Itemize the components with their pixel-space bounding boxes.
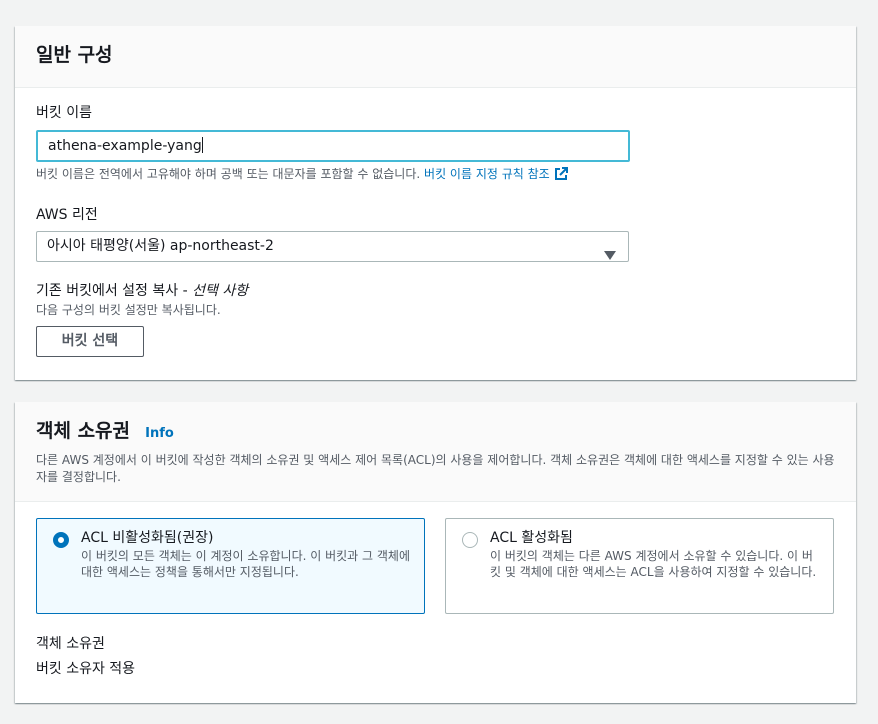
object-ownership-field-label: 객체 소유권 [36, 636, 105, 652]
general-configuration-title: 일반 구성 [36, 44, 113, 66]
caret-down-icon [604, 242, 616, 271]
acl-disabled-title: ACL 비활성화됨(권장) [81, 530, 214, 546]
copy-settings-hint: 다음 구성의 버킷 설정만 복사됩니다. [36, 303, 221, 317]
object-ownership-header: 객체 소유권 Info 다른 AWS 계정에서 이 버킷에 작성한 객체의 소유… [15, 402, 856, 502]
radio-icon[interactable] [462, 532, 478, 548]
acl-enabled-title: ACL 활성화됨 [490, 530, 573, 546]
radio-icon[interactable] [53, 532, 69, 548]
object-ownership-field-value: 버킷 소유자 적용 [36, 661, 136, 677]
bucket-name-input[interactable]: athena-example-yang [36, 130, 630, 162]
acl-enabled-desc: 이 버킷의 객체는 다른 AWS 계정에서 소유할 수 있습니다. 이 버킷 및… [490, 549, 817, 579]
copy-settings-optional: 선택 사항 [192, 283, 249, 299]
bucket-name-value: athena-example-yang [48, 138, 202, 154]
acl-disabled-desc: 이 버킷의 모든 객체는 이 계정이 소유합니다. 이 버킷과 그 객체에 대한… [81, 549, 411, 579]
object-ownership-description: 다른 AWS 계정에서 이 버킷에 작성한 객체의 소유권 및 액세스 제어 목… [36, 453, 835, 484]
object-ownership-title: 객체 소유권 [36, 420, 131, 442]
acl-enabled-tile[interactable]: ACL 활성화됨 이 버킷의 객체는 다른 AWS 계정에서 소유할 수 있습니… [445, 518, 834, 614]
bucket-naming-rules-link[interactable]: 버킷 이름 지정 규칙 참조 [424, 167, 568, 181]
acl-disabled-tile[interactable]: ACL 비활성화됨(권장) 이 버킷의 모든 객체는 이 계정이 소유합니다. … [36, 518, 425, 614]
general-configuration-header: 일반 구성 [15, 26, 856, 88]
general-configuration-panel: 일반 구성 버킷 이름 athena-example-yang 버킷 이름은 전… [15, 26, 856, 380]
bucket-name-label: 버킷 이름 [36, 105, 92, 121]
info-link[interactable]: Info [145, 426, 174, 441]
copy-settings-label: 기존 버킷에서 설정 복사 - 선택 사항 [36, 283, 249, 299]
bucket-name-hint-text: 버킷 이름은 전역에서 고유해야 하며 공백 또는 대문자를 포함할 수 없습니… [36, 167, 421, 181]
region-label: AWS 리전 [36, 207, 98, 223]
bucket-name-hint: 버킷 이름은 전역에서 고유해야 하며 공백 또는 대문자를 포함할 수 없습니… [36, 166, 568, 185]
choose-bucket-button[interactable]: 버킷 선택 [36, 326, 144, 357]
external-link-icon [554, 167, 568, 185]
region-value: 아시아 태평양(서울) ap-northeast-2 [47, 238, 274, 254]
region-select[interactable]: 아시아 태평양(서울) ap-northeast-2 [36, 231, 629, 262]
object-ownership-panel: 객체 소유권 Info 다른 AWS 계정에서 이 버킷에 작성한 객체의 소유… [15, 402, 856, 703]
